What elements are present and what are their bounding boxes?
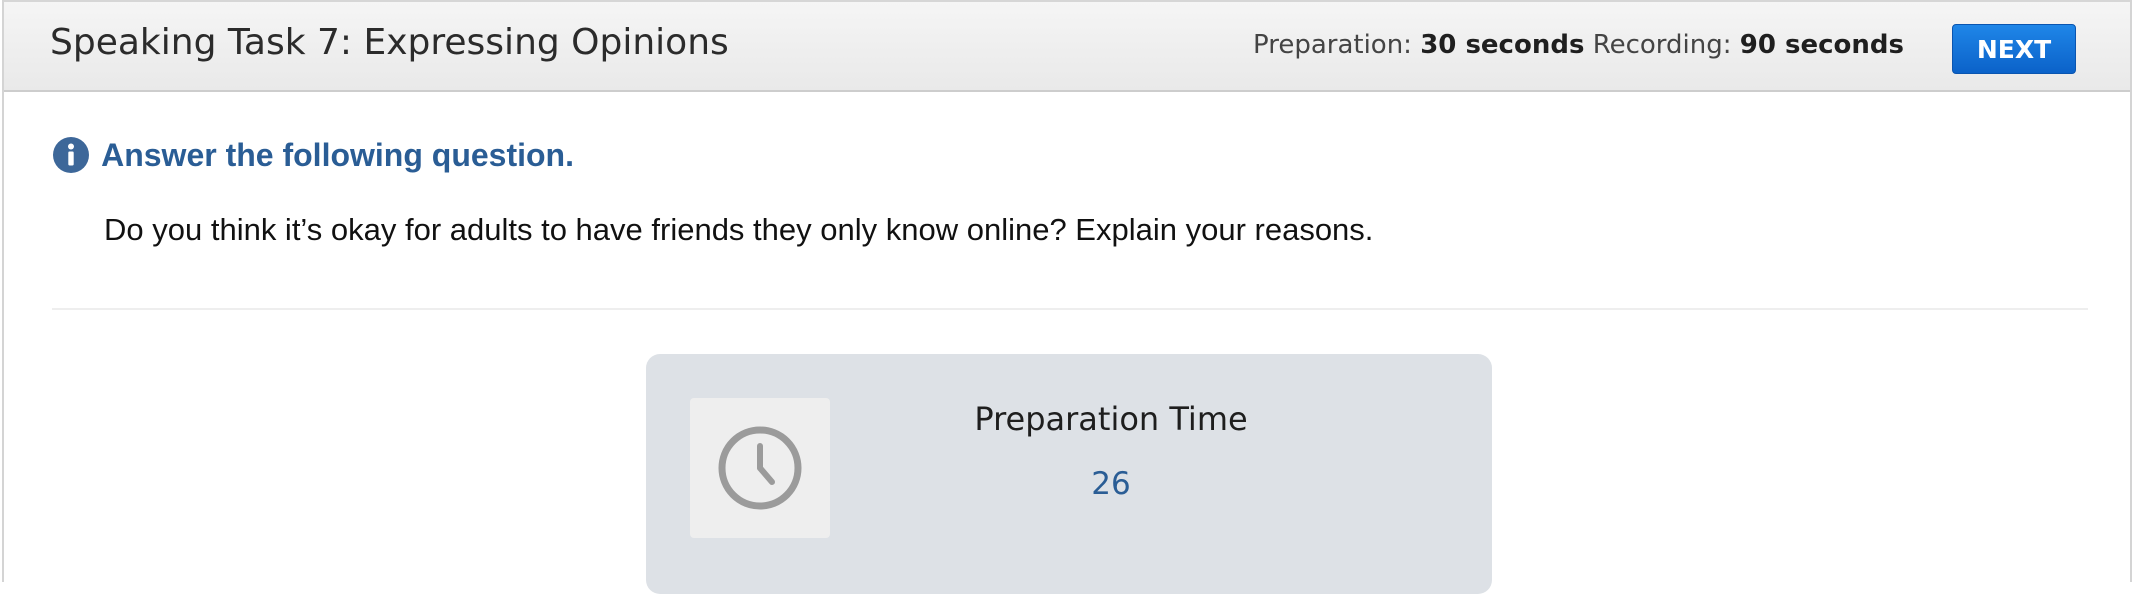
instruction: Answer the following question. [52,136,574,174]
info-icon [52,136,90,174]
recording-label: Recording: [1592,30,1732,60]
header-bar: Speaking Task 7: Expressing Opinions Pre… [4,0,2130,92]
clock-icon [718,426,802,510]
task-window: Speaking Task 7: Expressing Opinions Pre… [2,0,2132,594]
instruction-text: Answer the following question. [101,136,574,173]
page-title: Speaking Task 7: Expressing Opinions [50,22,729,63]
clock-box [690,398,830,538]
preparation-value: 30 seconds [1420,30,1585,60]
preparation-panel: Preparation Time 26 [646,354,1492,594]
next-button[interactable]: NEXT [1952,24,2076,74]
preparation-label: Preparation: [1252,30,1412,60]
timing-info: Preparation: 30 seconds Recording: 90 se… [1253,30,1904,60]
question-text: Do you think it’s okay for adults to hav… [104,212,1374,247]
divider [52,308,2088,310]
preparation-time-label: Preparation Time [974,400,1248,438]
recording-value: 90 seconds [1739,30,1904,60]
preparation-countdown: 26 [1091,466,1131,502]
